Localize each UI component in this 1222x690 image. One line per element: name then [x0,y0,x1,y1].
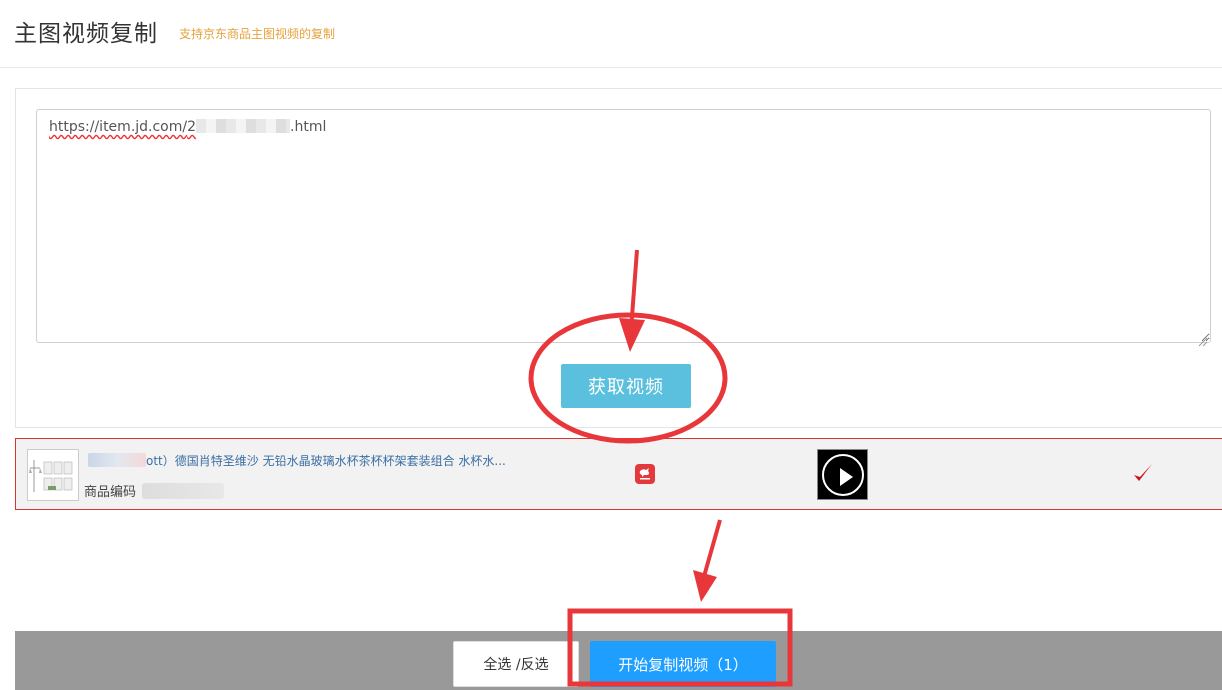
glassware-image-icon [28,450,78,500]
product-code: 商品编码 [84,481,225,500]
url-input-panel: https://item.jd.com/2 .html 获取视频 [15,88,1222,428]
result-row[interactable]: ott）德国肖特圣维沙 无铅水晶玻璃水杯茶杯杯架套装组合 水杯水... 商品编码 [15,438,1222,510]
product-thumbnail [27,449,79,501]
page-title: 主图视频复制 [14,21,158,47]
jd-logo-icon [635,464,655,484]
play-triangle [840,468,853,486]
page-header: 主图视频复制 支持京东商品主图视频的复制 [0,0,1222,68]
video-thumbnail[interactable] [817,449,868,500]
play-icon[interactable] [822,454,864,496]
product-title-text: ott）德国肖特圣维沙 无铅水晶玻璃水杯茶杯杯架套装组合 水杯水... [146,454,506,468]
page: 主图视频复制 支持京东商品主图视频的复制 https://item.jd.com… [0,0,1222,690]
code-redacted-block [142,483,225,499]
start-copy-button[interactable]: 开始复制视频（1） [590,641,776,687]
title-redacted-block [88,453,146,467]
product-title[interactable]: ott）德国肖特圣维沙 无铅水晶玻璃水杯茶杯杯架套装组合 水杯水... [88,452,506,469]
select-all-button[interactable]: 全选 /反选 [453,641,579,687]
page-subtitle: 支持京东商品主图视频的复制 [179,27,336,41]
arrow-down-icon [693,519,722,602]
product-code-label: 商品编码 [84,485,137,500]
fetch-video-button[interactable]: 获取视频 [561,364,691,408]
footer-action-bar: 全选 /反选 开始复制视频（1） [15,631,1222,690]
check-icon [1134,464,1152,481]
url-textarea[interactable] [36,109,1211,343]
